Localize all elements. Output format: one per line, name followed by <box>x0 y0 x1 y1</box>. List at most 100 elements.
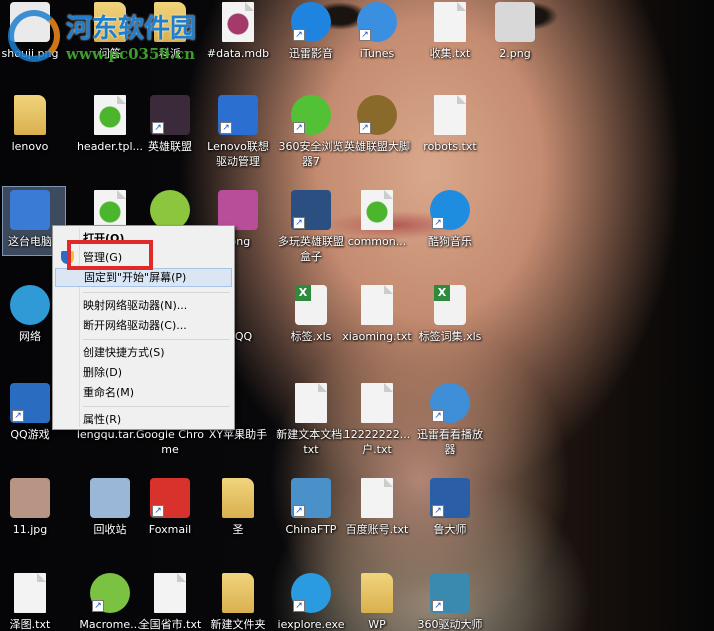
desktop-icon[interactable]: 新建文本文档.txt <box>276 383 346 457</box>
shortcut-arrow-icon: ↗ <box>152 505 164 517</box>
desktop-icon[interactable]: 11.jpg <box>0 478 65 537</box>
app-icon: ↗ <box>430 478 470 518</box>
desktop-icon[interactable]: ↗ iTunes <box>342 2 412 61</box>
desktop-icon-label: 圣 <box>232 523 244 536</box>
app-icon: ↗ <box>150 478 190 518</box>
file-icon <box>154 573 186 613</box>
file-icon <box>361 190 393 230</box>
app-icon: ↗ <box>90 573 130 613</box>
desktop-icon-label: 收集.txt <box>429 47 471 60</box>
menu-item-map-network-drive[interactable]: 映射网络驱动器(N)... <box>55 296 232 315</box>
desktop-icon-label: 多玩英雄联盟盒子 <box>278 235 344 263</box>
desktop-icon[interactable]: ↗ 英雄联盟大脚 <box>342 95 412 154</box>
folder-icon <box>361 573 393 613</box>
desktop-icon[interactable]: ↗ 迅雷看看播放器 <box>415 383 485 457</box>
shortcut-arrow-icon: ↗ <box>432 410 444 422</box>
desktop-icon[interactable]: #data.mdb <box>203 2 273 61</box>
menu-separator <box>83 406 230 407</box>
file-icon <box>434 2 466 42</box>
desktop-icon-label: iexplore.exe <box>277 618 345 631</box>
desktop-icon-label: 新建文件夹 <box>210 618 266 631</box>
desktop-icon-label: Google Chrome <box>136 428 204 456</box>
desktop-icon-label: robots.txt <box>423 140 477 153</box>
folder-icon <box>222 573 254 613</box>
file-icon <box>222 2 254 42</box>
desktop-icon[interactable]: 新建文件夹 <box>203 573 273 631</box>
desktop-icon[interactable]: xiaoming.txt <box>342 285 412 344</box>
desktop-icon[interactable]: ↗ 酷狗音乐 <box>415 190 485 249</box>
shortcut-arrow-icon: ↗ <box>293 600 305 612</box>
desktop-icon-label: 11.jpg <box>12 523 48 536</box>
desktop-icon[interactable]: 泽图.txt <box>0 573 65 631</box>
desktop-icon[interactable]: 2.png <box>480 2 550 61</box>
file-icon <box>434 95 466 135</box>
desktop-icon[interactable]: lenovo <box>0 95 65 154</box>
spreadsheet-icon <box>295 285 327 325</box>
shortcut-arrow-icon: ↗ <box>293 122 305 134</box>
watermark-logo-icon <box>8 9 60 62</box>
desktop: shouji.png lenovo 这台电脑 网络 ↗ QQ游戏 11.jpg 泽图.txt 问… <box>0 0 714 631</box>
app-icon: ↗ <box>357 95 397 135</box>
desktop-icon[interactable]: ↗ 迅雷影音 <box>276 2 346 61</box>
desktop-icon[interactable]: ↗ ChinaFTP <box>276 478 346 537</box>
desktop-icon-label: xiaoming.txt <box>342 330 412 343</box>
desktop-icon-label: 百度账号.txt <box>345 523 409 536</box>
desktop-icon-label: 标签词集.xls <box>418 330 482 343</box>
desktop-icon-label: common... <box>347 235 407 248</box>
desktop-icon[interactable]: ↗ iexplore.exe <box>276 573 346 631</box>
desktop-icon[interactable]: ↗ Foxmail <box>135 478 205 537</box>
desktop-icon-label: WP <box>368 618 386 631</box>
desktop-icon[interactable]: ↗ Lenovo联想驱动管理 <box>203 95 273 169</box>
computer-icon <box>10 190 50 230</box>
desktop-icon[interactable]: 圣 <box>203 478 273 537</box>
desktop-icon[interactable]: ↗ 英雄联盟 <box>135 95 205 154</box>
desktop-icon[interactable]: 收集.txt <box>415 2 485 61</box>
shortcut-arrow-icon: ↗ <box>12 410 24 422</box>
menu-item-rename[interactable]: 重命名(M) <box>55 383 232 402</box>
app-icon: ↗ <box>357 2 397 42</box>
menu-item-create-shortcut[interactable]: 创建快捷方式(S) <box>55 343 232 362</box>
shortcut-arrow-icon: ↗ <box>152 122 164 134</box>
menu-item-properties[interactable]: 属性(R) <box>55 410 232 429</box>
desktop-icon[interactable]: ↗ 多玩英雄联盟盒子 <box>276 190 346 264</box>
app-icon: ↗ <box>430 383 470 423</box>
desktop-icon[interactable]: common... <box>342 190 412 249</box>
desktop-icon[interactable]: ↗ 鲁大师 <box>415 478 485 537</box>
desktop-icon-label: 12222222...户.txt <box>343 428 411 456</box>
shortcut-arrow-icon: ↗ <box>432 217 444 229</box>
shortcut-arrow-icon: ↗ <box>432 505 444 517</box>
app-icon <box>150 190 190 230</box>
desktop-icon[interactable]: 百度账号.txt <box>342 478 412 537</box>
desktop-icon[interactable]: robots.txt <box>415 95 485 154</box>
desktop-icon-label: iTunes <box>359 47 395 60</box>
desktop-icon-label: 360驱动大师 <box>417 618 483 631</box>
menu-separator <box>83 339 230 340</box>
app-icon <box>495 2 535 42</box>
app-icon <box>218 190 258 230</box>
shortcut-arrow-icon: ↗ <box>220 122 232 134</box>
file-icon <box>295 383 327 423</box>
desktop-icon-label: 全国省市.txt <box>138 618 202 631</box>
desktop-icon[interactable]: 12222222...户.txt <box>342 383 412 457</box>
folder-icon <box>14 95 46 135</box>
desktop-icon[interactable]: 全国省市.txt <box>135 573 205 631</box>
desktop-icon-label: Foxmail <box>148 523 192 536</box>
desktop-icon[interactable]: WP <box>342 573 412 631</box>
app-icon: ↗ <box>218 95 258 135</box>
file-icon <box>94 190 126 230</box>
app-icon: ↗ <box>430 190 470 230</box>
desktop-icon[interactable]: 标签.xls <box>276 285 346 344</box>
app-icon: ↗ <box>10 383 50 423</box>
menu-item-disconnect-network-drive[interactable]: 断开网络驱动器(C)... <box>55 316 232 335</box>
desktop-icon[interactable]: ↗ 360驱动大师 <box>415 573 485 631</box>
menu-item-pin-to-start[interactable]: 固定到"开始"屏幕(P) <box>55 268 232 287</box>
desktop-icon[interactable]: 标签词集.xls <box>415 285 485 344</box>
app-icon: ↗ <box>291 95 331 135</box>
desktop-icon[interactable]: ↗ 360安全浏览器7 <box>276 95 346 169</box>
desktop-icon-label: 鲁大师 <box>433 523 467 536</box>
desktop-icon-label: 泽图.txt <box>9 618 51 631</box>
shortcut-arrow-icon: ↗ <box>293 29 305 41</box>
menu-item-delete[interactable]: 删除(D) <box>55 363 232 382</box>
file-icon <box>361 478 393 518</box>
app-icon: ↗ <box>430 573 470 613</box>
